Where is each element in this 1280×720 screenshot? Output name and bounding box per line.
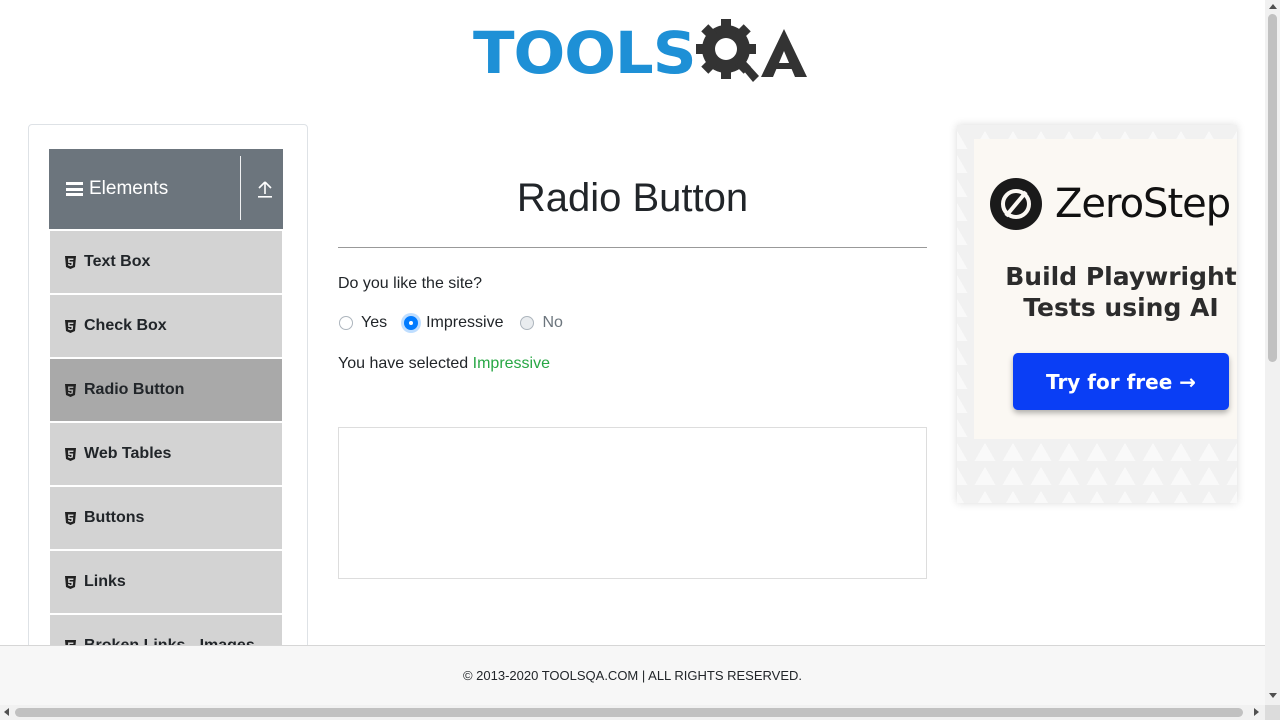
radio-yes-input[interactable] <box>339 316 353 330</box>
html5-icon <box>65 383 76 397</box>
scroll-left-arrow-icon[interactable] <box>4 708 9 716</box>
radio-no-label: No <box>542 314 563 331</box>
scroll-down-arrow-icon[interactable] <box>1269 693 1277 698</box>
ad-brand-name: ZeroStep <box>1055 181 1231 227</box>
scroll-right-arrow-icon[interactable] <box>1254 708 1259 716</box>
page-title: Radio Button <box>516 176 749 220</box>
elements-menu-list: Text Box Check Box Radio Button Web Tabl… <box>50 231 282 679</box>
site-logo[interactable]: TOOLS <box>473 14 809 92</box>
zerostep-logo-icon <box>990 178 1042 230</box>
sidebar-item-text-box[interactable]: Text Box <box>50 231 282 293</box>
radio-no: No <box>519 314 563 332</box>
left-panel: Elements Text Box Check Box Radio Button… <box>28 124 308 686</box>
ad-brand: ZeroStep <box>989 177 1231 231</box>
html5-icon <box>65 319 76 333</box>
html5-icon <box>65 255 76 269</box>
ad-placeholder-box <box>338 427 927 579</box>
ad-card: ZeroStep Build Playwright Tests using AI… <box>974 139 1237 439</box>
radio-yes-label[interactable]: Yes <box>361 314 387 332</box>
sidebar-item-links[interactable]: Links <box>50 551 282 613</box>
sidebar-item-radio-button[interactable]: Radio Button <box>50 359 282 421</box>
radio-yes[interactable]: Yes <box>338 314 387 332</box>
html5-icon <box>65 447 76 461</box>
collapse-upload-icon[interactable] <box>256 179 274 199</box>
sidebar-item-web-tables[interactable]: Web Tables <box>50 423 282 485</box>
vertical-scrollbar[interactable] <box>1265 0 1280 705</box>
horizontal-scroll-thumb[interactable] <box>15 708 1243 717</box>
selection-result: You have selected Impressive <box>338 355 550 373</box>
radio-group: Yes Impressive No <box>338 314 579 332</box>
radio-impressive-label[interactable]: Impressive <box>426 314 503 332</box>
sidebar-item-label: Text Box <box>84 253 151 270</box>
radio-no-input <box>520 316 535 330</box>
sidebar-item-label: Links <box>84 573 126 590</box>
result-value: Impressive <box>472 355 550 372</box>
group-divider <box>240 156 241 220</box>
vertical-scroll-thumb[interactable] <box>1268 14 1277 362</box>
logo-tools-text: TOOLS <box>473 19 697 87</box>
horizontal-scrollbar[interactable] <box>0 705 1265 720</box>
radio-impressive[interactable]: Impressive <box>403 314 503 332</box>
ad-headline: Build Playwright Tests using AI <box>982 261 1237 323</box>
sidebar-item-label: Radio Button <box>84 381 185 398</box>
group-title: Elements <box>89 178 169 199</box>
title-divider <box>338 247 927 248</box>
html5-icon <box>65 511 76 525</box>
sidebar-item-buttons[interactable]: Buttons <box>50 487 282 549</box>
ad-headline-line2: Tests using AI <box>1023 293 1219 322</box>
scroll-up-arrow-icon[interactable] <box>1269 4 1277 9</box>
logo-a-glyph <box>760 29 807 77</box>
result-prefix: You have selected <box>338 355 469 372</box>
hamburger-icon <box>66 182 83 196</box>
gear-magnifier-icon <box>695 19 759 82</box>
sidebar-item-label: Buttons <box>84 509 145 526</box>
zerostep-ad[interactable]: ZeroStep Build Playwright Tests using AI… <box>957 125 1237 503</box>
radio-impressive-input[interactable] <box>404 316 419 330</box>
sidebar-item-label: Web Tables <box>84 445 172 462</box>
ad-headline-line1: Build Playwright <box>1005 262 1237 291</box>
sidebar-item-check-box[interactable]: Check Box <box>50 295 282 357</box>
footer: © 2013-2020 TOOLSQA.COM | ALL RIGHTS RES… <box>0 645 1265 707</box>
elements-group-header[interactable]: Elements <box>49 149 283 229</box>
try-for-free-button[interactable]: Try for free → <box>1013 353 1229 410</box>
html5-icon <box>65 575 76 589</box>
question-text: Do you like the site? <box>338 275 483 292</box>
scrollbar-corner <box>1265 705 1280 720</box>
sidebar-item-label: Check Box <box>84 317 167 334</box>
